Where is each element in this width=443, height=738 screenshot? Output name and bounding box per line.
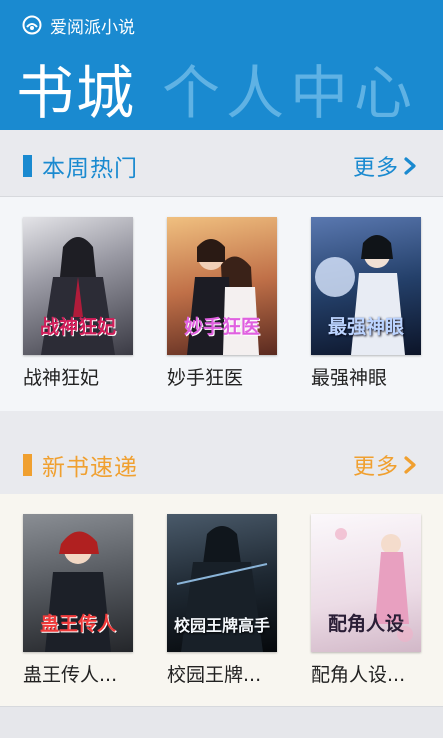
section-title-new: 新书速递 xyxy=(42,454,138,481)
tab-bookstore[interactable]: 书城 xyxy=(16,58,136,128)
section-title-hot: 本周热门 xyxy=(42,155,138,182)
app-title-row: 爱阅派小说 xyxy=(22,12,135,38)
more-new-button[interactable]: 更多 xyxy=(353,449,417,481)
book-list-hot: 战神狂妃 战神狂妃 妙手狂医 妙手狂医 最强神眼 最强神眼 xyxy=(0,197,443,411)
section-marker xyxy=(23,154,32,177)
book-title: 最强神眼 xyxy=(311,367,388,389)
book-cover: 配角人设 xyxy=(311,514,421,652)
book-item[interactable]: 蛊王传人 蛊王传人... xyxy=(23,514,135,687)
cover-title: 最强神眼 xyxy=(327,316,404,338)
bottom-strip xyxy=(0,706,443,738)
book-cover: 最强神眼 xyxy=(311,217,421,355)
chevron-right-icon xyxy=(404,455,416,474)
tab-personal-center[interactable]: 个人中心 xyxy=(162,58,418,128)
tab-bar: 书城 个人中心 xyxy=(16,52,418,128)
book-item[interactable]: 战神狂妃 战神狂妃 xyxy=(23,217,135,390)
book-cover: 战神狂妃 xyxy=(23,217,133,355)
section-header-hot: 本周热门 更多 xyxy=(0,135,443,197)
book-title: 妙手狂医 xyxy=(167,367,244,389)
more-label: 更多 xyxy=(352,454,399,480)
cover-title: 战神狂妃 xyxy=(39,316,116,338)
book-item[interactable]: 妙手狂医 妙手狂医 xyxy=(167,217,279,390)
book-title: 配角人设... xyxy=(311,664,406,686)
chevron-right-icon xyxy=(404,156,416,175)
book-cover: 校园王牌高手 xyxy=(167,514,277,652)
book-list-new: 蛊王传人 蛊王传人... 校园王牌高手 校园王牌... 配角人设 配角人设... xyxy=(0,494,443,708)
book-title: 蛊王传人... xyxy=(23,664,118,686)
book-item[interactable]: 配角人设 配角人设... xyxy=(311,514,423,687)
more-hot-button[interactable]: 更多 xyxy=(353,150,417,182)
app-title: 爱阅派小说 xyxy=(50,17,135,38)
cover-title: 蛊王传人 xyxy=(39,613,116,635)
book-title: 战神狂妃 xyxy=(23,367,100,389)
section-marker xyxy=(23,453,32,476)
book-logo-icon xyxy=(22,15,42,35)
cover-title: 配角人设 xyxy=(327,613,404,635)
section-header-new: 新书速递 更多 xyxy=(0,434,443,496)
book-cover: 妙手狂医 xyxy=(167,217,277,355)
book-title: 校园王牌... xyxy=(167,664,262,686)
book-cover: 蛊王传人 xyxy=(23,514,133,652)
book-item[interactable]: 校园王牌高手 校园王牌... xyxy=(167,514,279,687)
app-header: 爱阅派小说 书城 个人中心 xyxy=(0,0,443,130)
book-item[interactable]: 最强神眼 最强神眼 xyxy=(311,217,423,390)
cover-title: 妙手狂医 xyxy=(183,316,260,338)
cover-title: 校园王牌高手 xyxy=(173,616,270,635)
more-label: 更多 xyxy=(352,155,399,181)
